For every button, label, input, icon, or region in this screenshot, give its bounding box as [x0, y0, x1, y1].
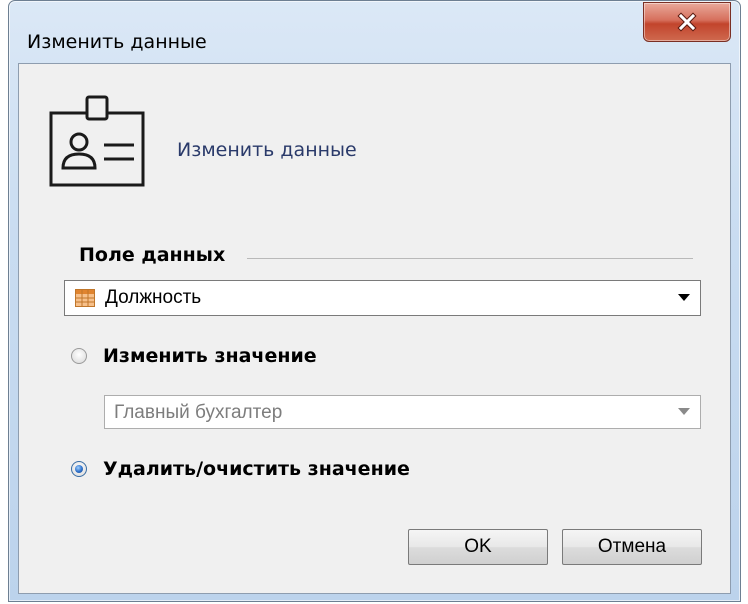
clear-value-label[interactable]: Удалить/очистить значение	[103, 458, 410, 480]
selected-field-text: Должность	[105, 287, 202, 308]
change-value-option[interactable]: Изменить значение	[71, 345, 317, 367]
data-field-select[interactable]: Должность	[64, 280, 701, 316]
ok-button[interactable]: OK	[408, 529, 548, 565]
cancel-button[interactable]: Отмена	[562, 529, 702, 565]
dialog-window: Изменить данные Изменить данные Поле дан…	[8, 0, 741, 602]
new-value-select: Главный бухгалтер	[104, 395, 701, 429]
table-icon	[75, 289, 95, 307]
title-bar[interactable]: Изменить данные	[9, 1, 740, 63]
clear-value-radio[interactable]	[71, 461, 87, 477]
change-value-radio[interactable]	[71, 348, 87, 364]
change-value-label[interactable]: Изменить значение	[103, 345, 317, 367]
new-value-text: Главный бухгалтер	[114, 402, 283, 423]
window-title: Изменить данные	[27, 31, 207, 53]
data-field-group-label: Поле данных	[79, 244, 226, 266]
close-icon	[677, 12, 697, 32]
dialog-body: Изменить данные Поле данных Должность Из…	[18, 63, 731, 594]
close-button[interactable]	[643, 2, 731, 42]
clear-value-option[interactable]: Удалить/очистить значение	[71, 458, 410, 480]
chevron-down-icon	[678, 408, 690, 415]
chevron-down-icon[interactable]	[678, 294, 690, 301]
header-title: Изменить данные	[177, 139, 357, 161]
id-badge-icon	[49, 95, 145, 187]
group-divider	[247, 258, 693, 259]
